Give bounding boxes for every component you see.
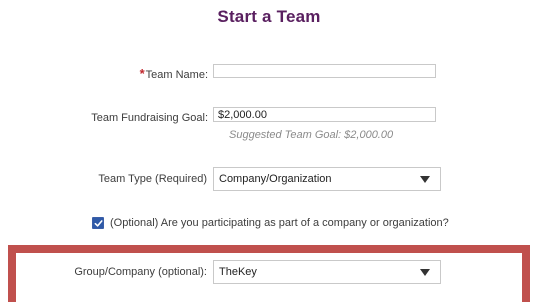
company-participation-row: (Optional) Are you participating as part… (92, 217, 449, 229)
checkmark-icon (94, 219, 103, 227)
team-name-label: *Team Name: (140, 66, 208, 81)
company-participation-label: (Optional) Are you participating as part… (110, 217, 449, 229)
team-name-label-text: Team Name: (145, 69, 208, 81)
chevron-down-icon (420, 175, 430, 183)
group-company-value: TheKey (219, 266, 257, 278)
company-participation-checkbox[interactable] (92, 217, 104, 229)
team-name-input[interactable] (213, 64, 436, 78)
required-marker: * (139, 66, 145, 81)
fundraising-goal-label: Team Fundraising Goal: (91, 112, 208, 124)
fundraising-goal-input[interactable] (213, 107, 436, 122)
group-company-label: Group/Company (optional): (74, 266, 207, 278)
chevron-down-icon (420, 268, 430, 276)
team-type-value: Company/Organization (219, 173, 332, 185)
team-type-label: Team Type (Required) (98, 173, 207, 185)
suggested-goal-hint: Suggested Team Goal: $2,000.00 (229, 129, 394, 141)
group-company-select[interactable]: TheKey (213, 260, 441, 284)
page-title: Start a Team (217, 7, 321, 26)
team-type-select[interactable]: Company/Organization (213, 167, 441, 191)
